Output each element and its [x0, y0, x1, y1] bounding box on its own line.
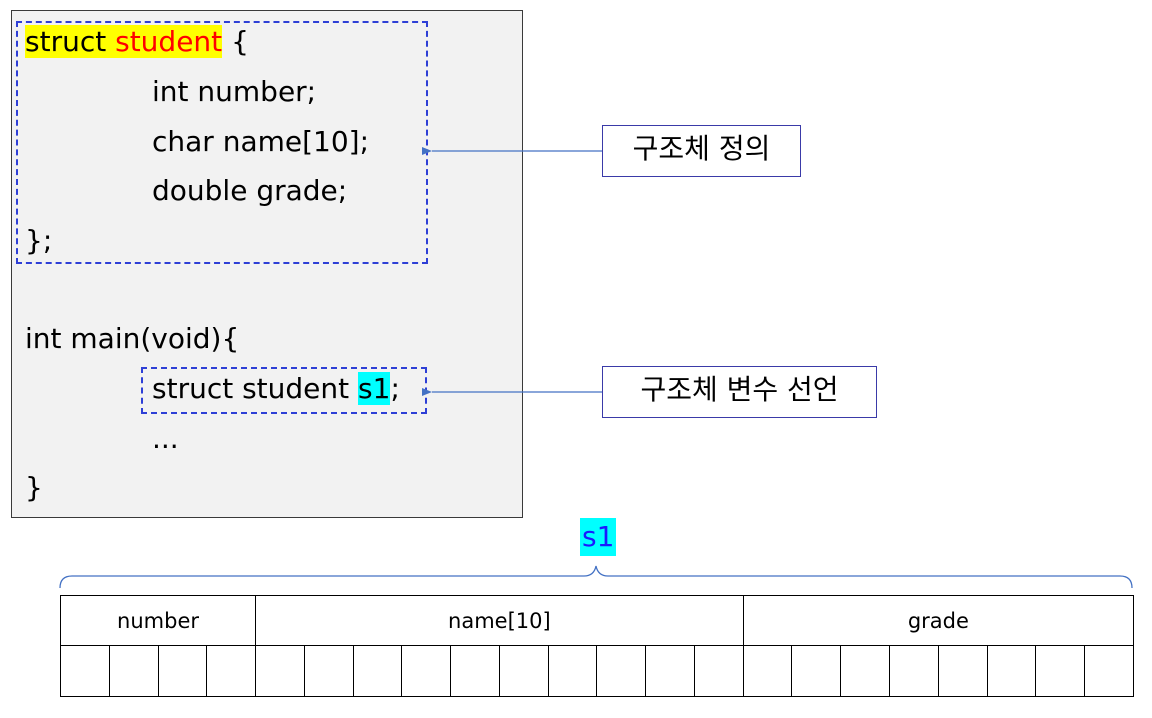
byte-cell [157, 645, 208, 697]
byte-cell [645, 645, 695, 697]
byte-cell [1035, 645, 1086, 697]
field-header-name10: name[10] [255, 595, 744, 646]
byte-cell [742, 645, 793, 697]
field-header-row: number name[10] grade [59, 595, 1135, 646]
memory-layout-table: number name[10] grade [59, 595, 1135, 697]
byte-cell [352, 645, 403, 697]
memory-brace [59, 565, 1133, 589]
byte-cell [303, 645, 354, 697]
byte-cell [840, 645, 891, 697]
byte-cell [206, 645, 257, 697]
byte-cell [596, 645, 647, 697]
byte-cell [255, 645, 305, 697]
memory-variable-label: s1 [580, 518, 617, 556]
byte-cell [547, 645, 598, 697]
declaration-label: 구조체 변수 선언 [602, 366, 877, 418]
byte-cell [108, 645, 159, 697]
byte-cell [791, 645, 842, 697]
field-header-number: number [59, 595, 257, 646]
byte-cell [401, 645, 452, 697]
byte-cell [693, 645, 744, 697]
byte-cell [1084, 645, 1134, 697]
byte-cell [889, 645, 939, 697]
field-header-grade: grade [742, 595, 1135, 646]
definition-label: 구조체 정의 [602, 125, 801, 177]
byte-cell [937, 645, 988, 697]
byte-cell [450, 645, 500, 697]
byte-cell [498, 645, 549, 697]
byte-cell [986, 645, 1037, 697]
byte-cell [60, 645, 110, 697]
byte-cell-row [60, 645, 1134, 697]
